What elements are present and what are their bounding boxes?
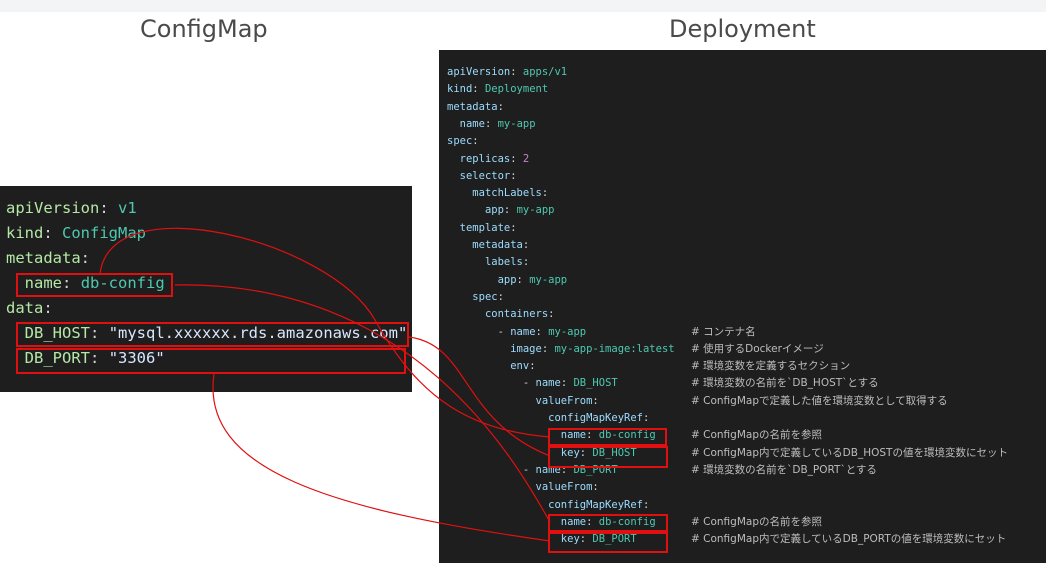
connector-host-to-key-1: [408, 336, 551, 457]
connector-port-to-key-2: [212, 373, 551, 542]
connector-curves: [99, 227, 551, 542]
connector-name-to-ref-2: [174, 284, 551, 523]
